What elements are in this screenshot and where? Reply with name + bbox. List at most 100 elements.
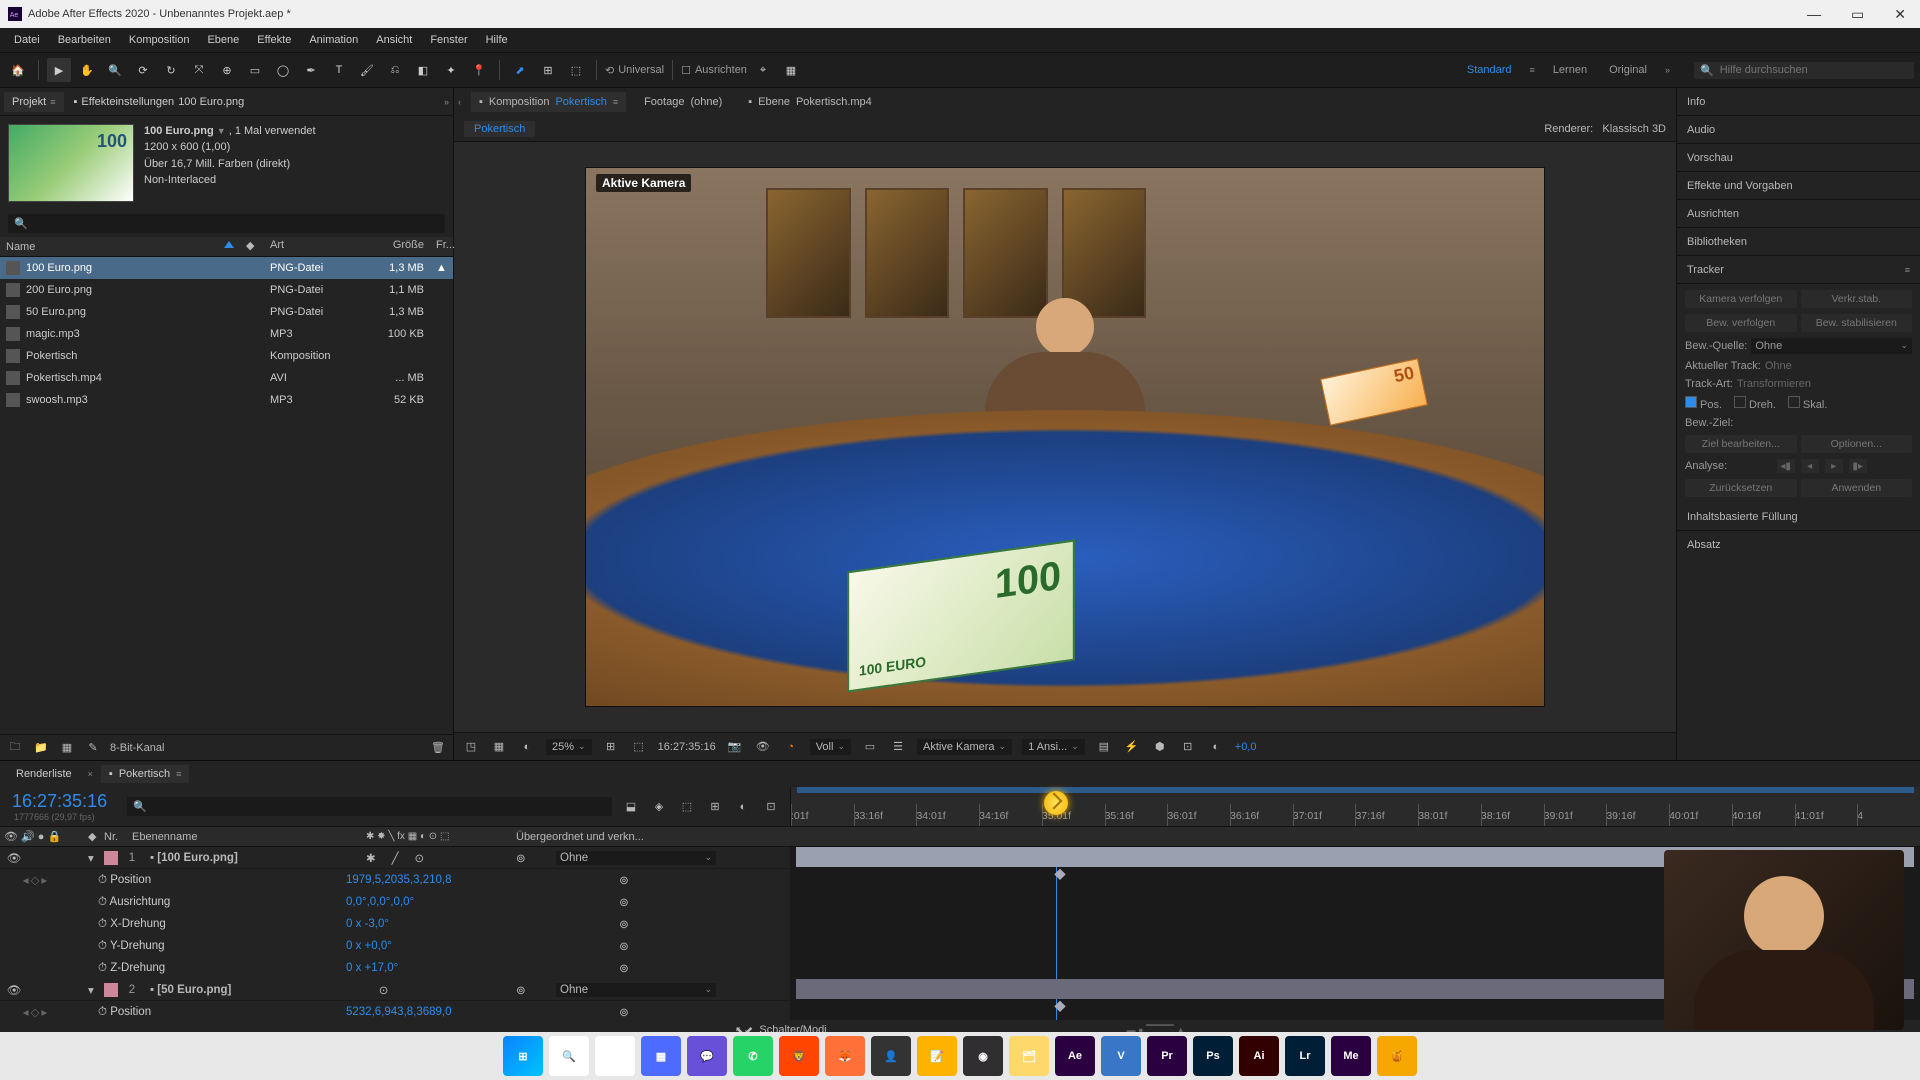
viewer-timecode[interactable]: 16:27:35:16 (658, 741, 716, 753)
menu-animation[interactable]: Animation (301, 32, 366, 48)
app-unknown-1[interactable]: 👤 (871, 1036, 911, 1076)
vegas-app[interactable]: V (1101, 1036, 1141, 1076)
btn-apply[interactable]: Anwenden (1801, 479, 1913, 497)
btn-edit-target[interactable]: Ziel bearbeiten... (1685, 435, 1797, 453)
analyze-back-1[interactable]: ◂▮ (1777, 459, 1795, 473)
panel-absatz[interactable]: Absatz (1677, 531, 1920, 559)
stopwatch-icon[interactable]: ⏱ (98, 896, 107, 908)
expression-pickwhip-icon[interactable]: ⊚ (619, 917, 629, 931)
visibility-toggle[interactable]: 👁 (0, 983, 28, 997)
file-explorer[interactable]: 🗂 (1009, 1036, 1049, 1076)
stopwatch-icon[interactable]: ⏱ (98, 918, 107, 930)
tab-renderliste[interactable]: Renderliste (8, 765, 80, 783)
parent-dropdown[interactable]: Ohne⌄ (556, 983, 716, 997)
roi-icon[interactable]: ⬚ (630, 738, 648, 756)
layer-switches[interactable]: ✱ ╱ ⊙ (366, 851, 516, 865)
expression-pickwhip-icon[interactable]: ⊚ (619, 961, 629, 975)
timeline-icon[interactable]: ☰ (889, 738, 907, 756)
puppet-tool[interactable]: 📍 (467, 58, 491, 82)
prev-kf-icon[interactable]: ◂ (23, 1005, 29, 1019)
tab-effect-controls[interactable]: ▪ Effekteinstellungen 100 Euro.png (66, 92, 253, 112)
resolution-icon[interactable]: ⊞ (602, 738, 620, 756)
rotate-tool[interactable]: ↻ (159, 58, 183, 82)
menu-fenster[interactable]: Fenster (422, 32, 475, 48)
timeline-timecode[interactable]: 16:27:35:16 (0, 791, 119, 812)
widgets-button[interactable]: ▦ (641, 1036, 681, 1076)
expression-pickwhip-icon[interactable]: ⊚ (619, 939, 629, 953)
project-asset-row[interactable]: 50 Euro.png PNG-Datei 1,3 MB (0, 301, 453, 323)
motion-blur-icon[interactable]: ◐ (732, 796, 754, 818)
btn-track-motion[interactable]: Bew. verfolgen (1685, 314, 1797, 332)
photoshop-app[interactable]: Ps (1193, 1036, 1233, 1076)
task-view[interactable]: ▭ (595, 1036, 635, 1076)
chk-scale[interactable]: Skal. (1788, 396, 1827, 411)
panel-effects-presets[interactable]: Effekte und Vorgaben (1677, 172, 1920, 200)
frame-blend-icon[interactable]: ⊞ (704, 796, 726, 818)
renderer-value[interactable]: Klassisch 3D (1602, 123, 1666, 135)
tab-timeline-comp[interactable]: ▪ Pokertisch ≡ (101, 765, 190, 783)
expression-pickwhip-icon[interactable]: ⊚ (619, 895, 629, 909)
col-name[interactable]: Name (0, 237, 240, 256)
clone-tool[interactable]: ⎌ (383, 58, 407, 82)
asset-menu-icon[interactable]: ▼ (217, 126, 226, 136)
parent-dropdown[interactable]: Ohne⌄ (556, 851, 716, 865)
label-swatch[interactable] (104, 851, 118, 865)
lightroom-app[interactable]: Lr (1285, 1036, 1325, 1076)
comp-mini-flowchart-icon[interactable]: ⬓ (620, 796, 642, 818)
stopwatch-icon[interactable]: ⏱ (98, 962, 107, 974)
workspace-original[interactable]: Original (1605, 60, 1651, 80)
adjust-icon[interactable]: ✎ (84, 739, 102, 757)
draft-3d-icon[interactable]: ◈ (648, 796, 670, 818)
whatsapp-app[interactable]: ✆ (733, 1036, 773, 1076)
layer-50-euro[interactable] (1320, 358, 1428, 426)
camera-tool[interactable]: ⤧ (187, 58, 211, 82)
workspace-menu-icon[interactable]: ≡ (1530, 65, 1535, 75)
show-snapshot-icon[interactable]: 👁 (754, 738, 772, 756)
always-preview-icon[interactable]: ◳ (462, 738, 480, 756)
property-value[interactable]: 0 x +17,0° (346, 962, 398, 974)
menu-ansicht[interactable]: Ansicht (368, 32, 420, 48)
col-art[interactable]: Art (264, 237, 374, 256)
composition-viewer[interactable]: Aktive Kamera (454, 142, 1676, 732)
after-effects-app[interactable]: Ae (1055, 1036, 1095, 1076)
start-button[interactable]: ⊞ (503, 1036, 543, 1076)
resolution-dropdown[interactable]: Voll ⌄ (810, 739, 851, 755)
exposure-reset-icon[interactable]: ◐ (1207, 738, 1225, 756)
taskbar-search[interactable]: 🔍 (549, 1036, 589, 1076)
ellipse-tool[interactable]: ◯ (271, 58, 295, 82)
expression-pickwhip-icon[interactable]: ⊚ (619, 1005, 629, 1019)
snap-icon[interactable]: ⌖ (751, 58, 775, 82)
trash-icon[interactable]: 🗑 (429, 739, 447, 757)
rect-tool[interactable]: ▭ (243, 58, 267, 82)
project-asset-row[interactable]: magic.mp3 MP3 100 KB (0, 323, 453, 345)
expand-toggle[interactable]: ▾ (88, 851, 104, 865)
btn-options[interactable]: Optionen... (1801, 435, 1913, 453)
layer-switches[interactable]: ⊙ (366, 983, 516, 997)
shy-icon[interactable]: ⬚ (676, 796, 698, 818)
project-search-input[interactable] (34, 218, 439, 230)
channel-icon[interactable]: ◔ (782, 738, 800, 756)
search-help-input[interactable] (1720, 64, 1908, 76)
property-value[interactable]: 0 x +0,0° (346, 940, 392, 952)
menu-effekte[interactable]: Effekte (249, 32, 299, 48)
property-value[interactable]: 1979,5,2035,3,210,8 (346, 874, 452, 886)
obs-app[interactable]: ◉ (963, 1036, 1003, 1076)
next-kf-icon[interactable]: ▸ (41, 873, 47, 887)
property-value[interactable]: 0 x -3,0° (346, 918, 389, 930)
work-area-bar[interactable] (797, 787, 1914, 793)
tabs-left-arrow[interactable]: ‹ (458, 97, 461, 107)
render-icon[interactable]: ⊡ (1179, 738, 1197, 756)
align-toggle[interactable]: ☐ Ausrichten (681, 64, 747, 77)
workspace-overflow-icon[interactable]: » (1665, 65, 1670, 75)
stopwatch-icon[interactable]: ⏱ (98, 940, 107, 952)
view-axis-icon[interactable]: ⬚ (564, 58, 588, 82)
snapshot-icon[interactable]: 📷 (726, 738, 744, 756)
analyze-back[interactable]: ◂ (1801, 459, 1819, 473)
tab-layer[interactable]: ▪ Ebene Pokertisch.mp4 (740, 92, 880, 112)
panel-content-aware-fill[interactable]: Inhaltsbasierte Füllung (1677, 503, 1920, 531)
menu-ebene[interactable]: Ebene (199, 32, 247, 48)
maximize-button[interactable]: ▭ (1845, 4, 1870, 25)
panel-bibliotheken[interactable]: Bibliotheken (1677, 228, 1920, 256)
views-dropdown[interactable]: 1 Ansi... ⌄ (1022, 739, 1085, 755)
media-encoder-app[interactable]: Me (1331, 1036, 1371, 1076)
